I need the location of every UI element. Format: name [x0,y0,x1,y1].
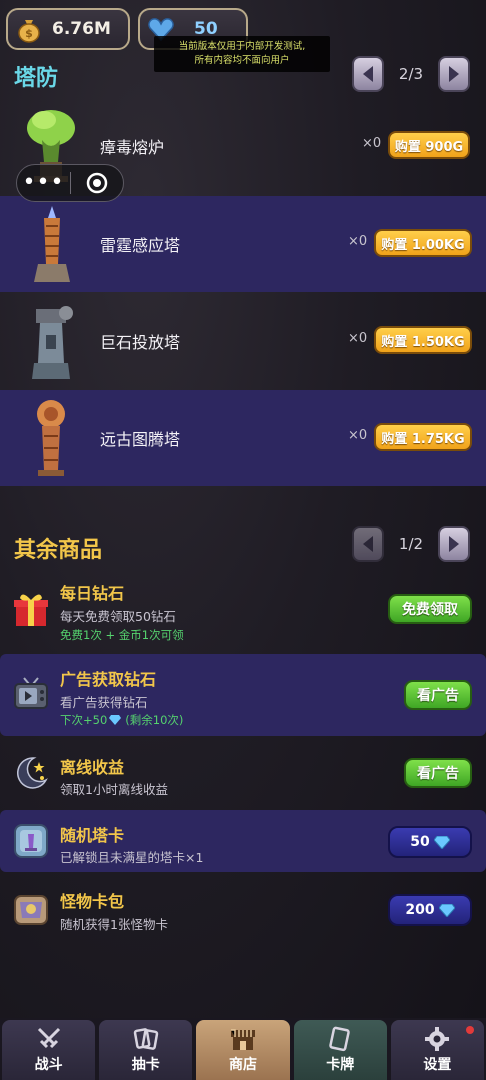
shop-item-sub: 下次+50 (剩余10次) [60,712,183,728]
shop-item-desc: 已解锁且未满星的塔卡×1 [60,850,204,865]
tab-settings[interactable]: 设置 [390,1020,485,1080]
notification-dot [466,1026,475,1034]
monster-pack-icon [12,890,50,928]
tower-row: 巨石投放塔 ×0 购置 1.50KG [0,293,486,389]
draw-cards-icon [133,1028,159,1050]
watch-ad-button[interactable]: 看广告 [404,680,472,710]
other-page-number: 1/2 [398,535,424,553]
tower-name: 雷霆感应塔 [100,236,181,255]
cards-icon [329,1026,351,1052]
dev-notice-line1: 当前版本仅用于内部开发测试, [178,41,306,52]
other-prev-page-button[interactable] [352,526,384,562]
buy-tower-button[interactable]: 购置 1.75KG [374,423,472,451]
tower-prev-page-button[interactable] [352,56,384,92]
diamond-icon [438,903,455,917]
arrow-right-icon [449,536,459,552]
price-label: 200 [405,902,435,918]
tower-page-number: 2/3 [398,65,424,83]
diamond-icon [433,835,450,849]
other-next-page-button[interactable] [438,526,470,562]
boulder-tower-icon [22,301,80,381]
shop-item-offline-earnings: 离线收益 领取1小时离线收益 看广告 [0,742,486,806]
tab-label: 战斗 [34,1057,63,1073]
shop-item-daily-diamonds: 每日钻石 每天免费领取50钻石 免费1次 + 金币1次可领 免费领取 [0,574,486,648]
money-bag-icon: $ [14,14,44,44]
tab-cards[interactable]: 卡牌 [293,1020,387,1080]
top-bar: $ 6.76M 50 当前版本仅用于内部开发测试, 所有内容均不面向用户 [0,0,486,72]
more-options-button[interactable]: ••• [17,172,70,194]
gold-amount: 6.76M [52,19,111,39]
tower-row: 雷霆感应塔 ×0 购置 1.00KG [0,196,486,292]
shop-item-desc: 看广告获得钻石 [60,695,148,710]
tower-row: 远古图腾塔 ×0 购置 1.75KG [0,390,486,486]
buy-tower-button[interactable]: 购置 1.00KG [374,229,472,257]
shop-item-desc: 随机获得1张怪物卡 [60,917,168,932]
tower-next-page-button[interactable] [438,56,470,92]
tower-owned-count: ×0 [348,331,368,346]
shop-item-title: 每日钻石 [60,584,125,603]
totem-tower-icon [22,398,80,478]
shop-item-title: 随机塔卡 [60,826,125,845]
miniprogram-capsule: ••• [16,164,124,202]
tower-owned-count: ×0 [348,234,368,249]
shop-item-sub: 免费1次 + 金币1次可领 [60,628,184,642]
moon-icon [12,754,50,792]
diamond-icon [109,715,122,725]
tower-name: 瘴毒熔炉 [100,138,165,157]
bottom-nav: 战斗 抽卡 商店 卡牌 设置 [0,1018,486,1080]
buy-monster-pack-button[interactable]: 200 [388,894,472,926]
shop-item-desc: 每天免费领取50钻石 [60,609,176,624]
shop-item-ad-diamonds: 广告获取钻石 看广告获得钻石 下次+50 (剩余10次) 看广告 [0,654,486,736]
arrow-left-icon [363,66,373,82]
other-section-title: 其余商品 [14,538,103,563]
tv-icon [12,676,50,714]
buy-tower-button[interactable]: 购置 1.50KG [374,326,472,354]
tab-label: 抽卡 [131,1057,160,1073]
gold-counter[interactable]: $ 6.76M [6,8,130,50]
gift-icon [12,590,50,628]
tower-owned-count: ×0 [362,136,382,151]
tab-draw[interactable]: 抽卡 [99,1020,193,1080]
tab-battle[interactable]: 战斗 [2,1020,96,1080]
tab-label: 设置 [423,1057,452,1073]
other-pager: 1/2 [352,526,470,562]
svg-text:$: $ [25,27,33,40]
tab-label: 卡牌 [326,1057,355,1073]
tower-card-icon [12,822,50,860]
tower-name: 巨石投放塔 [100,333,181,352]
shop-item-title: 离线收益 [60,758,125,777]
buy-random-tower-card-button[interactable]: 50 [388,826,472,858]
shop-icon [231,1029,255,1050]
arrow-left-icon [363,536,373,552]
claim-free-button[interactable]: 免费领取 [388,594,472,624]
arrow-right-icon [449,66,459,82]
tab-label: 商店 [229,1057,257,1073]
swords-icon [37,1027,60,1049]
tower-pager: 2/3 [352,56,470,92]
thunder-tower-icon [22,204,80,284]
close-miniprogram-button[interactable] [71,172,123,194]
next-reward-text: 下次+50 [60,713,108,727]
shop-item-title: 广告获取钻石 [60,670,157,689]
watch-ad-button[interactable]: 看广告 [404,758,472,788]
shop-item-monster-pack: 怪物卡包 随机获得1张怪物卡 200 [0,876,486,942]
tab-shop[interactable]: 商店 [196,1020,290,1080]
other-section-header: 其余商品 1/2 [0,526,486,566]
price-label: 50 [410,834,430,850]
buy-tower-button[interactable]: 购置 900G [388,131,470,159]
tower-section-title: 塔防 [14,66,59,91]
shop-item-desc: 领取1小时离线收益 [60,782,168,797]
gear-icon [425,1027,450,1051]
tower-name: 远古图腾塔 [100,430,181,449]
shop-item-random-tower-card: 随机塔卡 已解锁且未满星的塔卡×1 50 [0,810,486,872]
remaining-count-text: (剩余10次) [125,713,184,727]
tower-owned-count: ×0 [348,428,368,443]
target-icon [86,172,108,194]
shop-item-title: 怪物卡包 [60,892,125,911]
tower-section-header: 塔防 2/3 [0,56,486,96]
